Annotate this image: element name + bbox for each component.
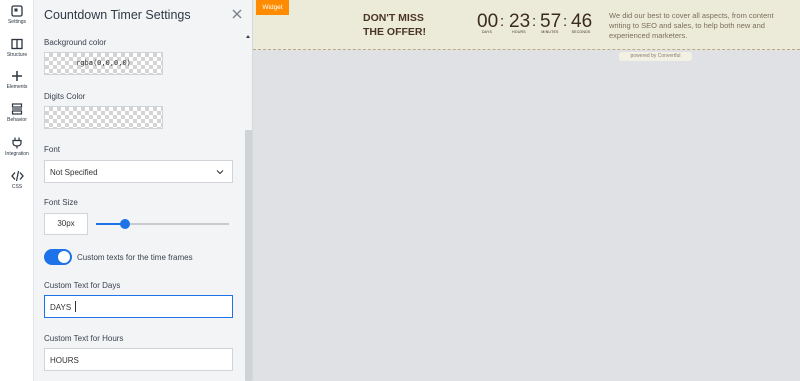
- background-color-label: Background color: [44, 38, 107, 47]
- font-size-label: Font Size: [44, 198, 78, 207]
- offer-description: We did our best to cover all aspects, fr…: [609, 11, 774, 40]
- settings-panel: Countdown Timer Settings Background colo…: [34, 0, 253, 381]
- panel-title: Countdown Timer Settings: [44, 8, 191, 22]
- behavior-icon: [11, 103, 23, 115]
- app: Settings Structure Elements Behavior Int…: [0, 0, 800, 381]
- timer-hours: 23: [509, 11, 531, 32]
- scroll-thumb[interactable]: [245, 130, 252, 381]
- structure-icon: [11, 38, 23, 50]
- countdown-banner[interactable]: Widget DON'T MISS THE OFFER! 00 : 23 : 5…: [253, 0, 800, 50]
- headline: DON'T MISS THE OFFER!: [363, 11, 428, 39]
- headline-line-1: DON'T MISS: [363, 12, 424, 24]
- minutes-unit-label: MINUTES: [541, 30, 559, 34]
- timer-seconds: 46: [571, 11, 593, 32]
- rail-item-elements[interactable]: Elements: [0, 70, 34, 90]
- panel-header: Countdown Timer Settings: [34, 0, 252, 30]
- rail-label: Elements: [6, 84, 28, 90]
- rail-item-structure[interactable]: Structure: [0, 38, 34, 58]
- font-label: Font: [44, 145, 61, 154]
- hours-text-value: HOURS: [50, 356, 79, 365]
- rail-item-settings[interactable]: Settings: [0, 5, 34, 25]
- rail-item-behavior[interactable]: Behavior: [0, 103, 34, 123]
- timer-minutes: 57: [540, 11, 562, 32]
- slider-thumb[interactable]: [120, 219, 130, 229]
- days-unit-label: DAYS: [481, 30, 493, 34]
- rail-label: CSS: [11, 184, 23, 190]
- timer-separator: :: [500, 13, 505, 30]
- timer-separator: :: [532, 13, 537, 30]
- rail-label: Structure: [6, 52, 28, 58]
- plug-icon: [12, 137, 22, 149]
- custom-texts-label: Custom texts for the time frames: [77, 253, 193, 262]
- rail-item-css[interactable]: CSS: [0, 170, 34, 190]
- scroll-up-arrow-icon[interactable]: [246, 35, 250, 38]
- toggle-knob: [58, 251, 70, 263]
- text-caret: [75, 301, 76, 312]
- plus-icon: [12, 71, 22, 81]
- custom-texts-toggle[interactable]: [44, 249, 72, 265]
- icon-rail: Settings Structure Elements Behavior Int…: [0, 0, 34, 381]
- rail-label: Integration: [5, 151, 29, 157]
- hours-text-input[interactable]: HOURS: [44, 348, 233, 371]
- rail-item-integration[interactable]: Integration: [0, 137, 34, 157]
- close-icon[interactable]: [230, 7, 244, 21]
- digits-color-swatch[interactable]: [44, 106, 163, 129]
- chevron-down-icon: [216, 170, 224, 175]
- panel-scrollbar[interactable]: [244, 30, 252, 381]
- rail-label: Settings: [7, 19, 27, 25]
- preview-canvas: Widget DON'T MISS THE OFFER! 00 : 23 : 5…: [253, 0, 800, 381]
- background-color-value: rgba(0,0,0,0): [76, 59, 131, 67]
- days-text-label: Custom Text for Days: [44, 281, 121, 290]
- digits-color-label: Digits Color: [44, 92, 86, 101]
- font-select[interactable]: Not Specified: [44, 160, 233, 183]
- font-size-slider[interactable]: [96, 218, 229, 230]
- hours-unit-label: HOURS: [512, 30, 526, 34]
- widget-tag[interactable]: Widget: [256, 0, 289, 15]
- settings-icon: [11, 5, 23, 17]
- font-size-input[interactable]: 30px: [44, 213, 88, 235]
- headline-line-2: THE OFFER!: [363, 26, 426, 38]
- timer-days: 00: [477, 11, 499, 32]
- powered-by-badge[interactable]: powered by Convertful: [619, 52, 692, 61]
- code-icon: [10, 170, 24, 182]
- days-text-input[interactable]: DAYS: [44, 295, 233, 318]
- timer-separator: :: [563, 13, 568, 30]
- days-text-value: DAYS: [50, 303, 72, 312]
- rail-label: Behavior: [7, 117, 27, 123]
- background-color-swatch[interactable]: rgba(0,0,0,0): [44, 52, 163, 75]
- seconds-unit-label: SECONDS: [571, 30, 591, 34]
- hours-text-label: Custom Text for Hours: [44, 334, 124, 343]
- font-select-value: Not Specified: [50, 168, 98, 177]
